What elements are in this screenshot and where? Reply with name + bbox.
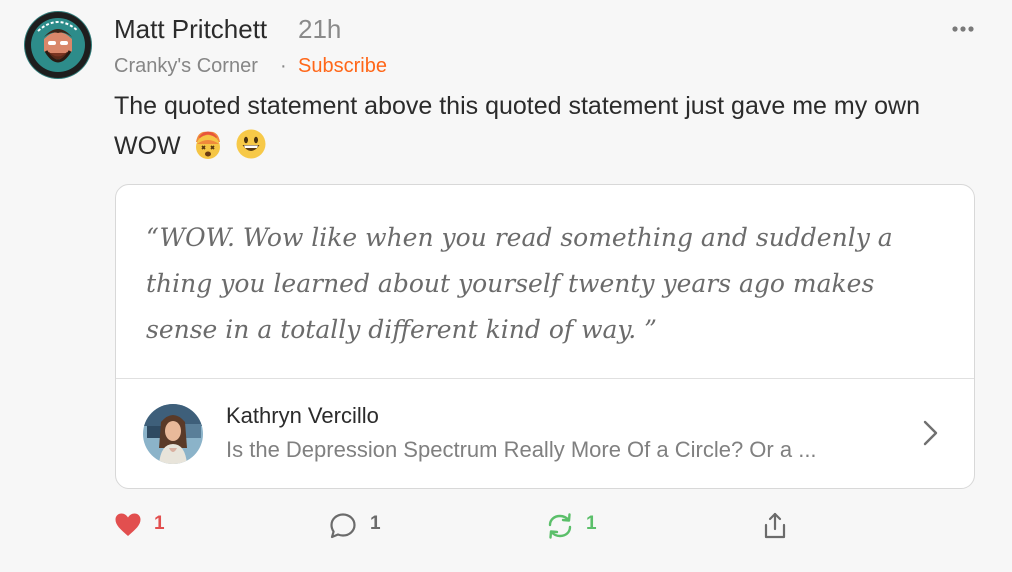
- author-avatar[interactable]: [24, 11, 92, 79]
- subscribe-button[interactable]: Subscribe: [298, 55, 387, 78]
- more-icon[interactable]: [946, 16, 980, 42]
- heart-icon: [115, 513, 141, 536]
- comment-button[interactable]: 1: [328, 508, 388, 544]
- like-button[interactable]: 1: [114, 508, 174, 544]
- source-author-avatar: [143, 404, 203, 464]
- author-name[interactable]: Matt Pritchett: [114, 14, 267, 45]
- source-post-title: Is the Depression Spectrum Really More O…: [226, 437, 817, 462]
- chevron-right-icon: [916, 418, 944, 448]
- grinning-face-emoji: [235, 128, 267, 160]
- like-count: 1: [154, 513, 165, 534]
- comment-icon: [330, 513, 356, 539]
- source-author-name: Kathryn Vercillo: [226, 403, 379, 428]
- restack-button[interactable]: 1: [545, 508, 605, 544]
- publication-name[interactable]: Cranky's Corner: [114, 55, 258, 78]
- share-icon: [764, 512, 786, 539]
- quote-source-link[interactable]: Kathryn Vercillo Is the Depression Spect…: [116, 379, 974, 488]
- post-timestamp: 21h: [298, 14, 342, 44]
- comment-count: 1: [370, 513, 381, 534]
- restack-icon: [548, 513, 572, 539]
- exploding-head-emoji: [192, 128, 224, 160]
- quote-text: “WOW. Wow like when you read something a…: [146, 223, 893, 344]
- meta-separator: ·: [280, 55, 287, 77]
- quote-card[interactable]: “WOW. Wow like when you read something a…: [115, 184, 975, 489]
- post-body: The quoted statement above this quoted s…: [114, 86, 964, 166]
- share-button[interactable]: [760, 508, 792, 544]
- restack-count: 1: [586, 513, 597, 534]
